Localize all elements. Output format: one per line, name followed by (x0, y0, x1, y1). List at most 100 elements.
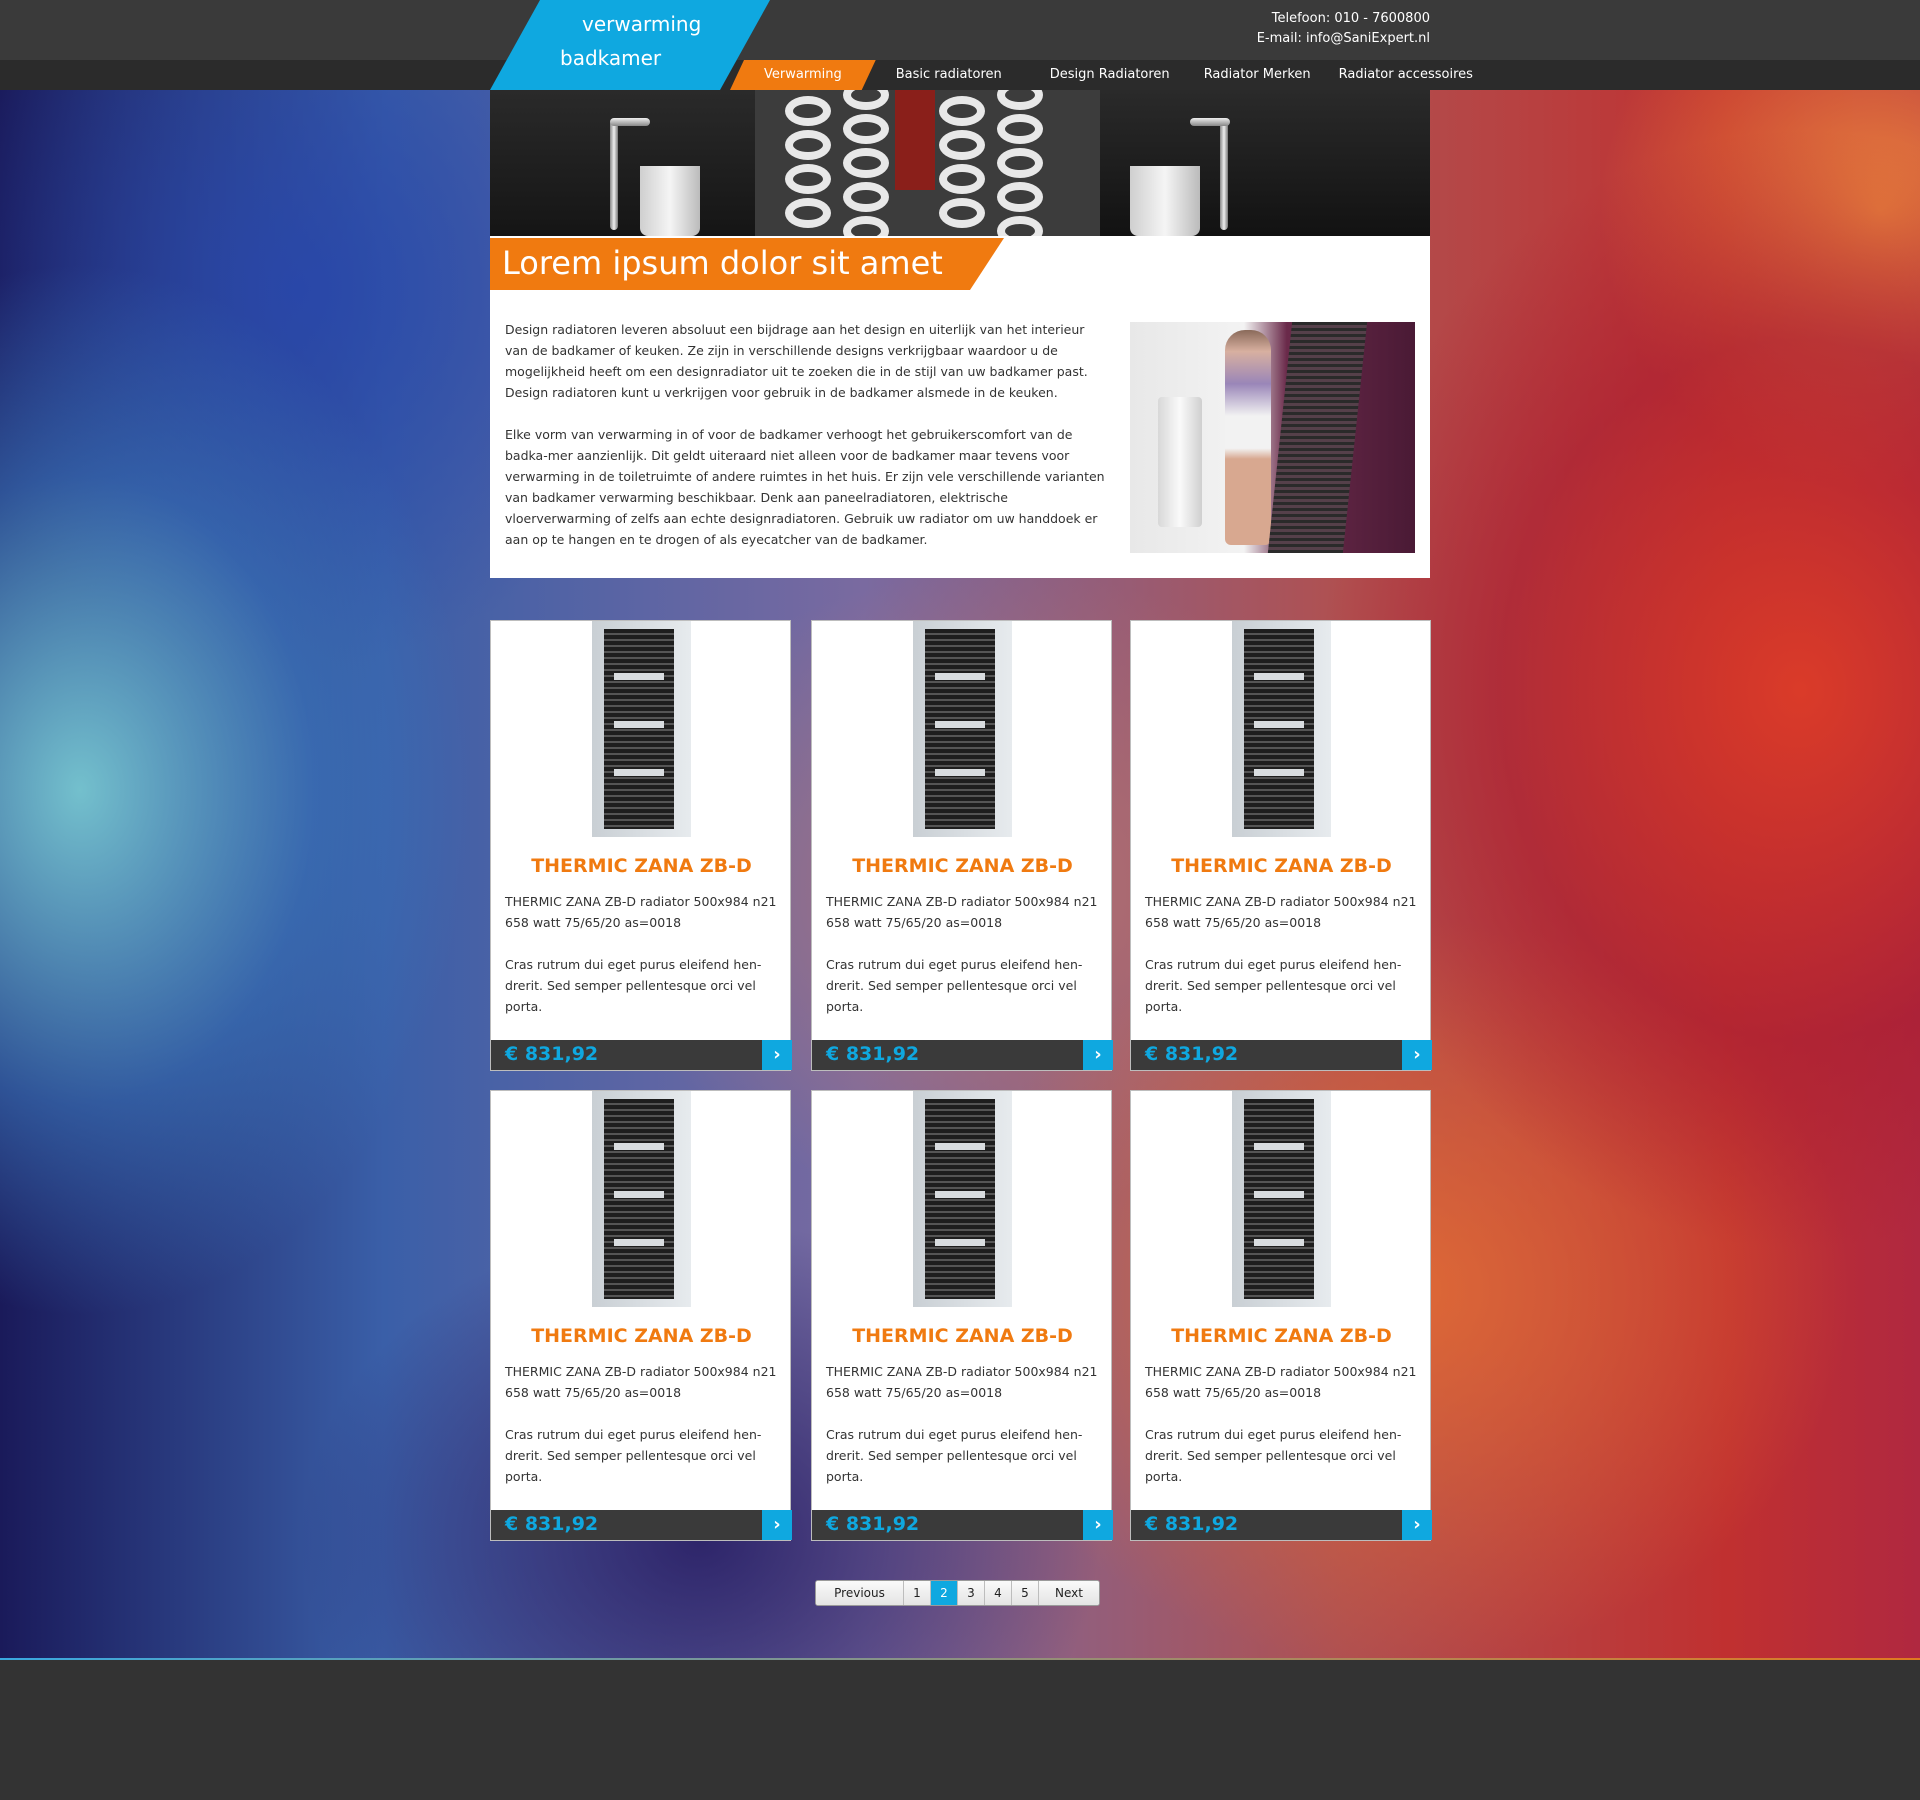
nav-item-verwarming[interactable]: Verwarming (730, 60, 876, 90)
chevron-right-icon[interactable]: › (762, 1510, 792, 1540)
pagination-page-5[interactable]: 5 (1012, 1581, 1039, 1605)
pagination-next-button[interactable]: Next (1039, 1581, 1099, 1605)
product-text: Cras rutrum dui eget purus eleifend hen-… (505, 957, 762, 1014)
product-radiator-gap (1254, 1239, 1304, 1246)
pagination-page-1[interactable]: 1 (904, 1581, 931, 1605)
hero-basin-left (640, 166, 700, 236)
hero-radiator-ring (785, 198, 831, 228)
product-card[interactable]: THERMIC ZANA ZB-D THERMIC ZANA ZB-D radia… (811, 1090, 1113, 1541)
product-radiator-gap (614, 721, 664, 728)
product-radiator-gap (614, 1143, 664, 1150)
product-footer: € 831,92 › (491, 1040, 792, 1070)
photo-basin (1158, 397, 1202, 527)
hero-basin-right (1130, 166, 1200, 236)
hero-radiator-ring (997, 216, 1043, 236)
nav-item-design-radiatoren[interactable]: Design Radiatoren (1034, 60, 1186, 90)
product-radiator-gap (1254, 1143, 1304, 1150)
hero-radiator-ring (939, 130, 985, 160)
product-footer: € 831,92 › (1131, 1510, 1432, 1540)
product-radiator-gap (935, 1239, 985, 1246)
product-card[interactable]: THERMIC ZANA ZB-D THERMIC ZANA ZB-D radia… (1130, 620, 1432, 1071)
product-card[interactable]: THERMIC ZANA ZB-D THERMIC ZANA ZB-D radia… (490, 620, 792, 1071)
product-title[interactable]: THERMIC ZANA ZB-D (812, 855, 1113, 877)
product-price: € 831,92 (826, 1043, 920, 1065)
product-radiator-graphic (1244, 629, 1314, 829)
main-navigation: Verwarming Basic radiatoren Design Radia… (730, 60, 1489, 90)
pagination-page-2-current[interactable]: 2 (931, 1581, 958, 1605)
chevron-right-icon[interactable]: › (1402, 1040, 1432, 1070)
product-radiator-gap (935, 673, 985, 680)
product-text: Cras rutrum dui eget purus eleifend hen-… (826, 957, 1083, 1014)
product-image[interactable] (913, 621, 1012, 837)
product-text: Cras rutrum dui eget purus eleifend hen-… (1145, 957, 1402, 1014)
product-radiator-gap (935, 1143, 985, 1150)
chevron-right-icon[interactable]: › (1402, 1510, 1432, 1540)
hero-tap-arm-left (610, 118, 650, 126)
product-price: € 831,92 (826, 1513, 920, 1535)
hero-radiator-ring (939, 96, 985, 126)
chevron-right-icon[interactable]: › (1083, 1040, 1113, 1070)
product-radiator-graphic (1244, 1099, 1314, 1299)
contact-email[interactable]: E-mail: info@SaniExpert.nl (1257, 29, 1430, 49)
photo-radiator (1267, 322, 1368, 553)
hero-radiator-ring (843, 216, 889, 236)
pagination-page-3[interactable]: 3 (958, 1581, 985, 1605)
chevron-right-icon[interactable]: › (1083, 1510, 1113, 1540)
logo-text-line1[interactable]: verwarming (582, 12, 701, 36)
hero-radiator-ring (997, 148, 1043, 178)
product-radiator-gap (614, 769, 664, 776)
product-title[interactable]: THERMIC ZANA ZB-D (1131, 855, 1432, 877)
top-bar (0, 0, 1920, 60)
pagination-page-4[interactable]: 4 (985, 1581, 1012, 1605)
intro-paragraph-1: Design radiatoren leveren absoluut een b… (505, 322, 1088, 400)
hero-radiator-ring (997, 114, 1043, 144)
logo-text-line2[interactable]: badkamer (560, 46, 661, 70)
product-title[interactable]: THERMIC ZANA ZB-D (491, 1325, 792, 1347)
product-title[interactable]: THERMIC ZANA ZB-D (1131, 1325, 1432, 1347)
product-image[interactable] (1232, 621, 1331, 837)
product-image[interactable] (1232, 1091, 1331, 1307)
product-card[interactable]: THERMIC ZANA ZB-D THERMIC ZANA ZB-D radia… (490, 1090, 792, 1541)
product-spec: THERMIC ZANA ZB-D radiator 500x984 n21 6… (505, 894, 777, 930)
product-title[interactable]: THERMIC ZANA ZB-D (491, 855, 792, 877)
product-description: THERMIC ZANA ZB-D radiator 500x984 n21 6… (505, 1361, 780, 1508)
hero-radiator-ring (785, 96, 831, 126)
product-card[interactable]: THERMIC ZANA ZB-D THERMIC ZANA ZB-D radia… (1130, 1090, 1432, 1541)
product-price: € 831,92 (505, 1043, 599, 1065)
intro-paragraph-2: Elke vorm van verwarming in of voor de b… (505, 427, 1105, 547)
product-footer: € 831,92 › (1131, 1040, 1432, 1070)
pagination-previous-button[interactable]: Previous (816, 1581, 904, 1605)
hero-right-panel (1100, 90, 1430, 236)
product-price: € 831,92 (1145, 1513, 1239, 1535)
product-radiator-gap (935, 769, 985, 776)
product-radiator-gap (935, 1191, 985, 1198)
hero-radiator-panel (755, 90, 1100, 236)
product-radiator-graphic (925, 629, 995, 829)
hero-banner (490, 90, 1430, 236)
nav-item-radiator-accessoires[interactable]: Radiator accessoires (1323, 60, 1489, 90)
product-spec: THERMIC ZANA ZB-D radiator 500x984 n21 6… (1145, 1364, 1417, 1400)
product-radiator-gap (1254, 721, 1304, 728)
product-description: THERMIC ZANA ZB-D radiator 500x984 n21 6… (826, 891, 1101, 1038)
product-radiator-gap (1254, 769, 1304, 776)
product-footer: € 831,92 › (812, 1040, 1113, 1070)
hero-radiator-ring (939, 164, 985, 194)
nav-item-radiator-merken[interactable]: Radiator Merken (1188, 60, 1327, 90)
product-image[interactable] (913, 1091, 1012, 1307)
product-title[interactable]: THERMIC ZANA ZB-D (812, 1325, 1113, 1347)
intro-title: Lorem ipsum dolor sit amet (502, 244, 943, 282)
product-radiator-graphic (604, 629, 674, 829)
product-image[interactable] (592, 1091, 691, 1307)
hero-tap-left (610, 120, 618, 230)
contact-info: Telefoon: 010 - 7600800 E-mail: info@San… (1257, 9, 1430, 49)
intro-title-banner: Lorem ipsum dolor sit amet (490, 238, 1004, 290)
product-description: THERMIC ZANA ZB-D radiator 500x984 n21 6… (505, 891, 780, 1038)
chevron-right-icon[interactable]: › (762, 1040, 792, 1070)
product-radiator-gap (1254, 673, 1304, 680)
product-card[interactable]: THERMIC ZANA ZB-D THERMIC ZANA ZB-D radia… (811, 620, 1113, 1071)
product-image[interactable] (592, 621, 691, 837)
contact-phone: Telefoon: 010 - 7600800 (1271, 11, 1430, 26)
product-description: THERMIC ZANA ZB-D radiator 500x984 n21 6… (1145, 891, 1420, 1038)
product-radiator-graphic (925, 1099, 995, 1299)
nav-item-basic-radiatoren[interactable]: Basic radiatoren (880, 60, 1018, 90)
